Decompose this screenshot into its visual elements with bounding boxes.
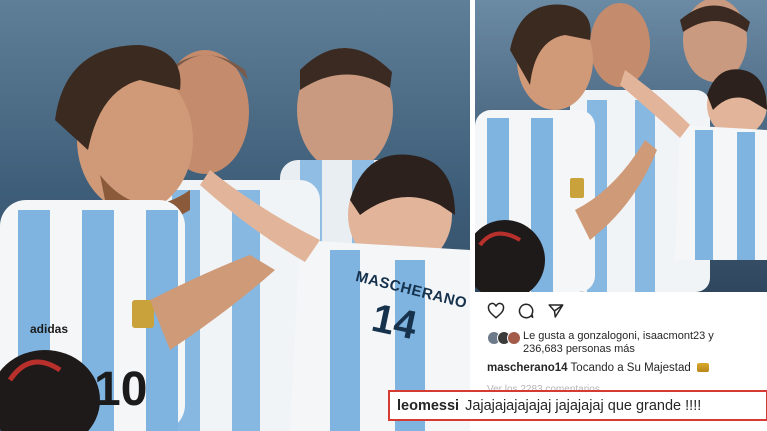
- photo-illustration: [0, 45, 470, 431]
- caption-text: Tocando a Su Majestad: [570, 362, 691, 374]
- crown-emoji-icon: [696, 363, 709, 372]
- comment-bubble-icon[interactable]: [517, 302, 535, 320]
- paper-plane-icon[interactable]: [547, 302, 565, 320]
- likes-line-1[interactable]: Le gusta a gonzalogoni, isaacmont23 y: [523, 330, 714, 343]
- highlighted-comment: leomessi Jajajajajajajaj jajajajaj que g…: [388, 390, 767, 421]
- main-photo: 10 adidas MASCHERANO 14: [0, 0, 470, 431]
- heart-outline-icon[interactable]: [487, 302, 505, 320]
- likes-summary: Le gusta a gonzalogoni, isaacmont23 y 23…: [487, 330, 762, 356]
- adidas-logo-text: adidas: [30, 322, 69, 336]
- post-actions: [487, 302, 565, 320]
- jersey-number-left: 10: [94, 363, 148, 416]
- caption-username[interactable]: mascherano14: [487, 362, 568, 374]
- likes-text: Le gusta a gonzalogoni, isaacmont23 y 23…: [523, 330, 714, 356]
- post-image: [475, 0, 767, 292]
- avatar[interactable]: [507, 331, 521, 345]
- liker-avatars: [487, 331, 521, 345]
- comment-text: Jajajajajajajaj jajajajaj que grande !!!…: [465, 397, 702, 414]
- baby-jersey-number: 14: [368, 295, 421, 349]
- post-image-illustration: [475, 0, 767, 292]
- post-caption: mascherano14 Tocando a Su Majestad: [487, 362, 709, 374]
- comment-username[interactable]: leomessi: [397, 398, 459, 414]
- likes-line-2[interactable]: 236,683 personas más: [523, 343, 714, 356]
